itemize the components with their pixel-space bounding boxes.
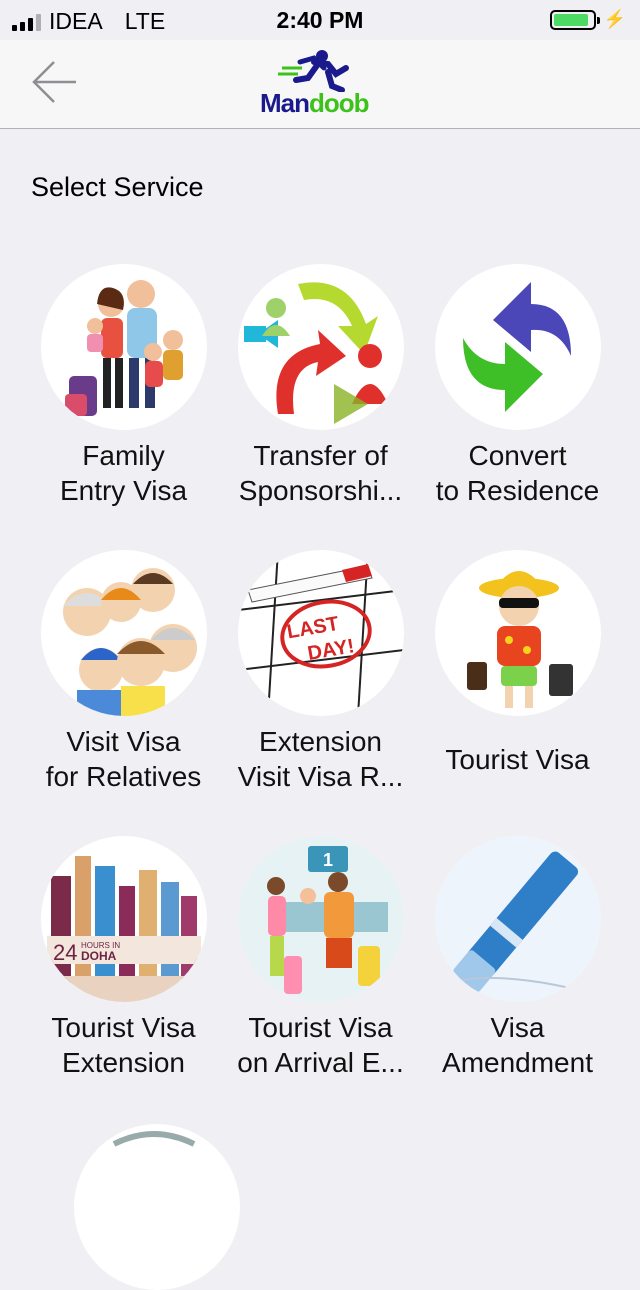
relatives-icon (40, 550, 207, 716)
doha-text: DOHA (81, 949, 117, 963)
logo-text-man: Man (260, 88, 310, 118)
airport-counter-icon: 1 (237, 836, 404, 1002)
service-label: Visit Visa for Relatives (45, 726, 202, 792)
tourist-icon (434, 550, 601, 716)
service-transfer-of-sponsorship[interactable]: Transfer of Sponsorshi... (222, 264, 419, 508)
status-right: ⚡ (549, 9, 626, 30)
service-label: Tourist Visa (445, 744, 590, 775)
service-label: Family Entry Visa (59, 440, 188, 506)
doha-skyline-icon: 24 HOURS IN DOHA (40, 836, 207, 1002)
service-tourist-visa-on-arrival[interactable]: 1 Tourist Visa on Arrival E... (222, 836, 419, 1080)
service-extension-visit-visa[interactable]: LAST DAY! Extension Visit Visa R... (222, 550, 419, 794)
convert-arrows-icon (434, 264, 601, 430)
service-convert-to-residence[interactable]: Convert to Residence (419, 264, 616, 508)
service-tourist-visa-extension[interactable]: 24 HOURS IN DOHA Tourist Visa Extension (25, 836, 222, 1080)
counter-number-text: 1 (322, 850, 332, 870)
navigation-bar: Mandoob (0, 40, 640, 129)
service-family-entry-visa[interactable]: Family Entry Visa (25, 264, 222, 508)
transfer-arrows-icon (237, 264, 404, 430)
service-label: Transfer of Sponsorshi... (238, 440, 403, 506)
service-visit-visa-for-relatives[interactable]: Visit Visa for Relatives (25, 550, 222, 794)
service-visa-amendment[interactable]: Visa Amendment (419, 836, 616, 1080)
service-tourist-visa[interactable]: Tourist Visa (419, 550, 616, 777)
back-arrow-icon[interactable] (28, 58, 80, 110)
service-partially-visible[interactable] (74, 1124, 240, 1290)
service-label: Extension Visit Visa R... (237, 726, 404, 792)
running-man-icon (278, 50, 349, 93)
service-label: Tourist Visa on Arrival E... (237, 1012, 404, 1078)
service-label: Tourist Visa Extension (51, 1012, 196, 1078)
service-label: Convert to Residence (435, 440, 600, 506)
service-label: Visa Amendment (442, 1012, 593, 1078)
hours-24-text: 24 (53, 940, 77, 965)
status-time: 2:40 PM (276, 7, 364, 33)
status-bar: IDEA LTE 2:40 PM ⚡ (0, 0, 640, 40)
pen-icon (434, 836, 601, 1002)
logo-wordmark: Mandoob (260, 88, 370, 119)
mandoob-logo: Mandoob (258, 48, 382, 118)
calendar-last-day-icon: LAST DAY! (237, 550, 404, 716)
charging-bolt-icon: ⚡ (603, 9, 626, 29)
family-icon (40, 264, 207, 430)
battery-icon (549, 9, 600, 30)
page-title: Select Service (31, 172, 204, 202)
logo-text-doob: doob (309, 88, 370, 118)
